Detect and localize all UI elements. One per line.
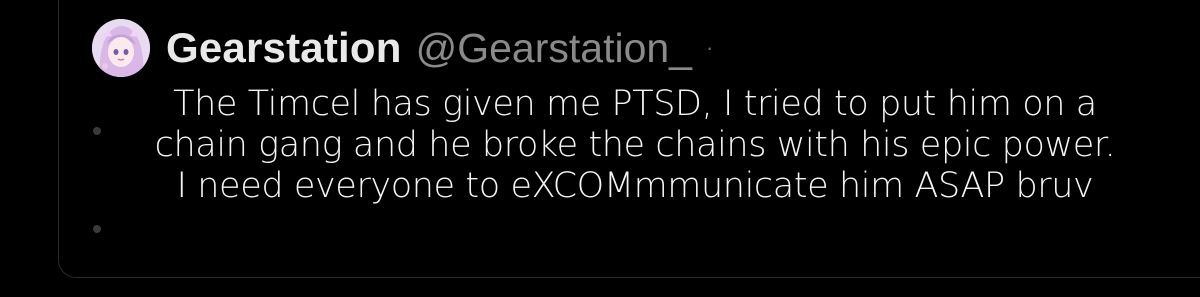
anime-avatar-icon <box>92 19 150 77</box>
tweet-text: The Timcel has given me PTSD, I tried to… <box>70 84 1200 207</box>
tweet-header: Gearstation @Gearstation_ · <box>92 18 713 78</box>
tweet-line: I need everyone to eXCOMmmunicate him AS… <box>176 166 1094 206</box>
author-display-name[interactable]: Gearstation <box>166 27 402 69</box>
artifact-dot <box>93 127 101 135</box>
tweet-line: The Timcel has given me PTSD, I tried to… <box>173 84 1097 124</box>
tweet-line: chain gang and he broke the chains with … <box>154 125 1116 165</box>
separator-dot: · <box>705 35 714 60</box>
avatar[interactable] <box>92 19 150 77</box>
artifact-dot <box>93 225 101 233</box>
author-handle[interactable]: @Gearstation_ <box>416 27 692 69</box>
